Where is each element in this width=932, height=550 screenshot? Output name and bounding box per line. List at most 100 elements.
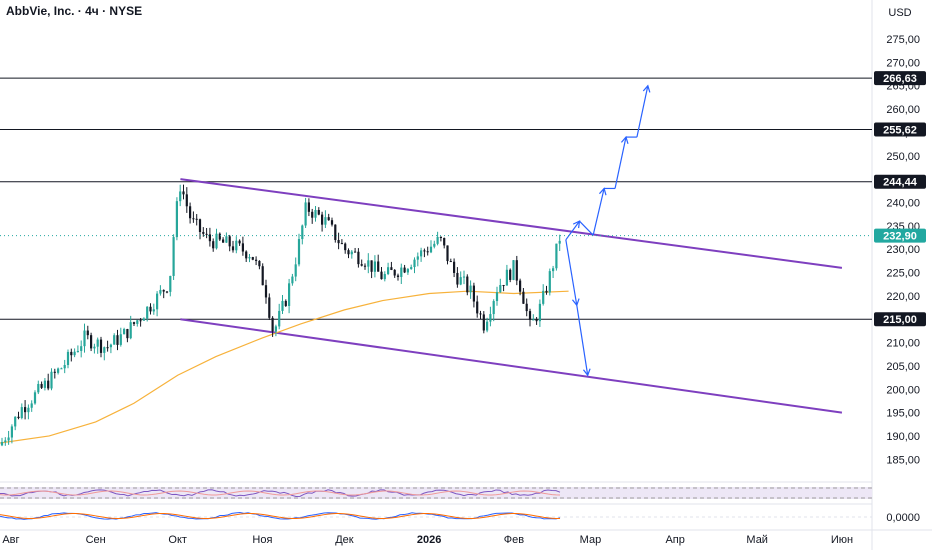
candle-body — [347, 250, 350, 255]
y-tick-label: 210,00 — [886, 338, 920, 350]
candle-body — [436, 236, 439, 244]
projection-segment — [614, 136, 627, 189]
candle-body — [284, 300, 287, 306]
y-tick-label: 230,00 — [886, 244, 920, 256]
candle-body — [406, 269, 409, 273]
candle-body — [311, 211, 314, 218]
candle-body — [548, 271, 551, 293]
candle-body — [60, 368, 63, 370]
candle-body — [515, 260, 518, 281]
candle-body — [413, 259, 416, 268]
candle-body — [558, 240, 561, 244]
candle-body — [57, 368, 60, 373]
candle-body — [192, 218, 195, 220]
channel-line — [180, 318, 843, 414]
candle-body — [33, 392, 37, 404]
candle-body — [509, 269, 512, 280]
x-tick-label: Фев — [504, 534, 524, 546]
x-tick-label: Авг — [2, 534, 19, 546]
candle-body — [185, 194, 188, 207]
x-tick-label: Июн — [831, 534, 853, 546]
level-tag-label: 244,44 — [883, 177, 918, 189]
price-chart[interactable]: USD275,00270,00265,00260,00255,00250,002… — [0, 0, 932, 550]
currency-label: USD — [888, 7, 911, 19]
candle-body — [258, 260, 261, 267]
candle-body — [294, 264, 297, 277]
candle-body — [14, 416, 17, 427]
candle-body — [73, 351, 76, 356]
candle-body — [337, 239, 340, 244]
last-price-tag-label: 232,90 — [883, 231, 917, 243]
candle-body — [70, 351, 73, 356]
level-tag-label: 255,62 — [883, 125, 917, 137]
candle-body — [377, 261, 380, 272]
candle-body — [555, 243, 558, 269]
candle-body — [525, 303, 528, 312]
candle-body — [172, 237, 175, 276]
candle-body — [139, 320, 142, 322]
candle-body — [80, 346, 83, 351]
candle-body — [482, 314, 485, 331]
candle-body — [149, 306, 152, 312]
candle-body — [208, 234, 211, 242]
candle-body — [297, 239, 301, 265]
candle-body — [255, 259, 258, 261]
y-tick-label: 205,00 — [886, 361, 920, 373]
candle-body — [466, 276, 469, 293]
candle-body — [40, 383, 43, 388]
candle-body — [146, 306, 149, 319]
candle-body — [502, 285, 505, 287]
candle-body — [212, 241, 215, 249]
candle-body — [327, 217, 330, 221]
candle-body — [96, 339, 99, 347]
projection-segment — [592, 188, 605, 236]
candle-body — [228, 236, 231, 247]
candle-body — [350, 251, 353, 255]
candle-body — [53, 371, 56, 373]
candle-body — [324, 217, 327, 225]
candle-body — [17, 416, 20, 419]
candle-body — [288, 283, 291, 306]
candle-body — [202, 231, 205, 234]
candle-body — [4, 440, 7, 443]
candle-body — [248, 257, 251, 259]
candle-body — [0, 442, 4, 446]
candle-body — [165, 291, 169, 293]
y-tick-label: 240,00 — [886, 197, 920, 209]
x-tick-label: Мар — [580, 534, 602, 546]
candle-body — [20, 407, 23, 419]
candle-body — [317, 210, 320, 215]
candle-body — [126, 329, 129, 339]
candle-body — [393, 269, 396, 276]
candle-body — [281, 300, 284, 311]
candle-body — [30, 403, 33, 408]
candle-body — [416, 256, 419, 260]
candle-body — [93, 346, 96, 349]
y-tick-label: 250,00 — [886, 151, 920, 163]
candle-body — [106, 347, 109, 349]
candle-body — [179, 191, 182, 202]
candle-body — [492, 301, 495, 315]
candle-body — [321, 214, 324, 225]
y-tick-label: 275,00 — [886, 34, 920, 46]
candle-body — [360, 264, 363, 266]
candle-body — [116, 335, 119, 345]
candle-body — [495, 292, 499, 302]
candle-body — [109, 344, 112, 348]
candle-body — [169, 275, 172, 292]
x-tick-label: 2026 — [417, 534, 441, 546]
candle-body — [162, 289, 165, 292]
candle-body — [198, 219, 202, 232]
y-tick-label: 225,00 — [886, 268, 920, 280]
candle-body — [264, 285, 268, 298]
candle-body — [449, 261, 452, 263]
candle-body — [136, 320, 139, 324]
y-tick-label: 200,00 — [886, 384, 920, 396]
candle-body — [103, 347, 106, 353]
y-tick-label: 185,00 — [886, 454, 920, 466]
candle-body — [27, 407, 30, 413]
candle-body — [189, 206, 192, 219]
x-tick-label: Дек — [335, 534, 354, 546]
projection-segment — [576, 305, 589, 376]
candle-body — [519, 280, 522, 292]
